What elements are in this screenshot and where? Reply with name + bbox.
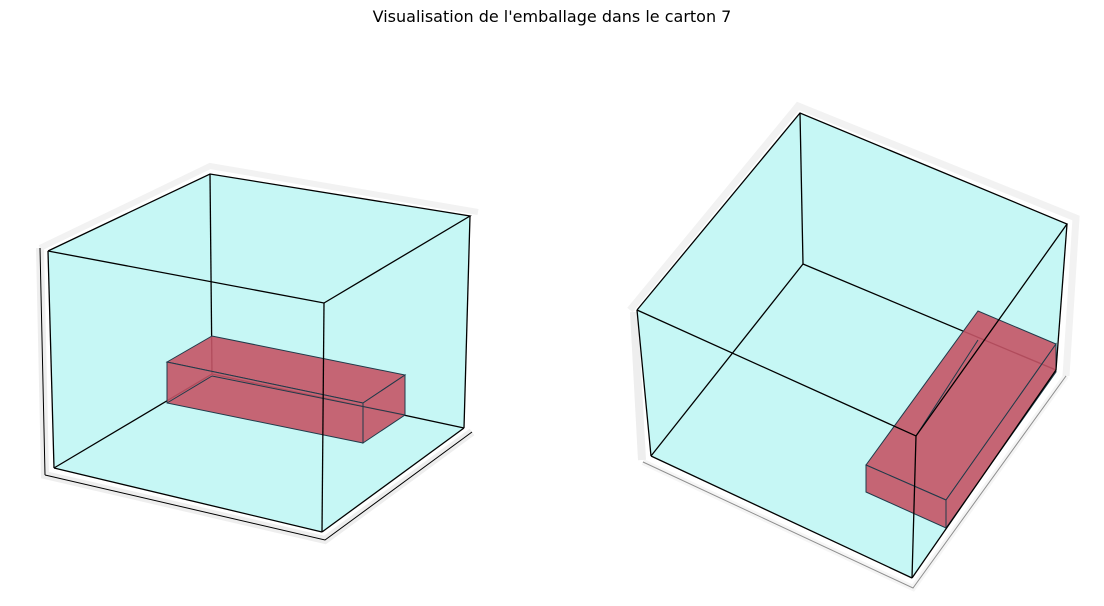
right-3d-view[interactable] (0, 0, 1104, 606)
